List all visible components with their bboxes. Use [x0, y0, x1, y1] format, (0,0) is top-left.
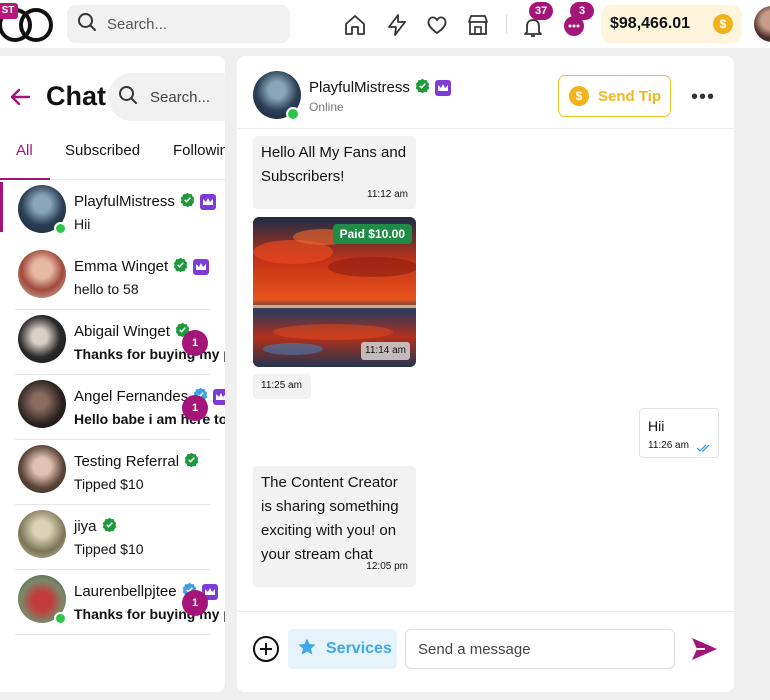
- home-icon[interactable]: [342, 12, 368, 38]
- outgoing-message: Hii 11:26 am: [639, 408, 719, 458]
- search-icon: [118, 85, 138, 110]
- message-text: Hello All My Fans and Subscribers!: [261, 144, 407, 185]
- conversation-item[interactable]: Abigail Winget Thanks for buying my post…: [0, 310, 225, 375]
- message-time: 11:14 am: [361, 342, 410, 360]
- online-indicator: [54, 222, 67, 235]
- top-search-box[interactable]: [67, 5, 290, 43]
- logo-badge: ST: [0, 3, 18, 19]
- conversation-item[interactable]: Laurenbellpjtee Thanks for buying my pos…: [0, 570, 225, 635]
- contact-name[interactable]: PlayfulMistress: [309, 79, 410, 96]
- conversation-preview: Tipped $10: [74, 541, 144, 557]
- profile-avatar[interactable]: [754, 6, 770, 42]
- back-arrow-icon[interactable]: [9, 87, 31, 112]
- paid-badge: Paid $10.00: [332, 224, 412, 244]
- conversation-name: Laurenbellpjtee: [74, 583, 177, 600]
- unread-count-badge: 1: [182, 590, 208, 616]
- unread-count-badge: 1: [182, 330, 208, 356]
- topbar-divider: [506, 14, 507, 34]
- plus-icon: [260, 643, 272, 655]
- crown-icon: [193, 258, 210, 275]
- tab-all[interactable]: All: [16, 142, 33, 159]
- messages-count-badge: 3: [570, 2, 594, 20]
- conversation-item[interactable]: jiya Tipped $10: [0, 505, 225, 570]
- conversation-item[interactable]: Emma Winget hello to 58: [0, 245, 225, 310]
- message-text: The Content Creator is sharing something…: [261, 474, 399, 563]
- read-receipt-icon: [696, 440, 712, 456]
- send-tip-label: Send Tip: [598, 87, 662, 105]
- verified-icon: [173, 257, 188, 276]
- conversation-list: PlayfulMistress Hii Emma Winget hello to…: [0, 180, 225, 635]
- more-options-icon[interactable]: •••: [691, 86, 715, 109]
- message-time: 11:25 am: [261, 380, 302, 391]
- conversation-item[interactable]: PlayfulMistress Hii: [0, 180, 225, 245]
- conversation-tabs: All Subscribed Following: [0, 138, 225, 180]
- services-label: Services: [326, 640, 392, 657]
- lightning-icon[interactable]: [384, 12, 410, 38]
- verified-icon: [180, 192, 195, 211]
- heart-icon[interactable]: [424, 12, 450, 38]
- coin-icon: $: [713, 14, 733, 34]
- conversation-preview: hello to 58: [74, 281, 139, 297]
- verified-icon: [184, 452, 199, 471]
- tab-following[interactable]: Following: [173, 142, 225, 159]
- avatar: [18, 380, 66, 428]
- conversation-search-input[interactable]: [150, 88, 225, 106]
- conversation-item[interactable]: Testing Referral Tipped $10: [0, 440, 225, 505]
- online-indicator: [286, 107, 300, 121]
- conversation-name: jiya: [74, 518, 97, 535]
- send-icon: [692, 638, 717, 660]
- list-divider: [15, 634, 210, 635]
- message-text: Hii: [648, 418, 665, 434]
- page-title: Chat: [46, 81, 106, 111]
- online-indicator: [54, 612, 67, 625]
- message-input[interactable]: [405, 629, 675, 669]
- conversation-name: Angel Fernandes: [74, 388, 189, 405]
- message-composer: Services: [237, 611, 734, 692]
- store-icon[interactable]: [465, 12, 491, 38]
- star-icon: [297, 637, 317, 662]
- avatar: [18, 250, 66, 298]
- incoming-message: The Content Creator is sharing something…: [253, 466, 416, 587]
- contact-status: Online: [309, 100, 344, 114]
- tab-subscribed[interactable]: Subscribed: [65, 142, 140, 159]
- avatar: [18, 445, 66, 493]
- send-message-button[interactable]: [689, 634, 719, 669]
- avatar: [18, 315, 66, 363]
- conversation-search-box[interactable]: [108, 73, 225, 121]
- conversation-name: Testing Referral: [74, 453, 180, 470]
- conversation-name: Abigail Winget: [74, 323, 170, 340]
- conversation-name: Emma Winget: [74, 258, 169, 275]
- conversations-panel: Chat All Subscribed Following PlayfulMis…: [0, 56, 225, 692]
- conversation-item[interactable]: Angel Fernandes Hello babe i am here to …: [0, 375, 225, 440]
- add-attachment-button[interactable]: [253, 636, 279, 662]
- conversations-header: Chat: [0, 73, 225, 121]
- message-time: 11:12 am: [367, 189, 408, 200]
- verified-icon: [415, 78, 430, 97]
- conversation-preview: Hii: [74, 216, 91, 232]
- top-search-input[interactable]: [107, 15, 267, 33]
- send-tip-button[interactable]: $ Send Tip: [558, 75, 671, 117]
- top-bar: ST 37 3 $98,466.01 $: [0, 0, 770, 48]
- incoming-message: 11:25 am: [253, 374, 311, 399]
- crown-icon: [199, 193, 216, 210]
- paid-media-image[interactable]: Paid $10.00 11:14 am: [253, 217, 416, 367]
- notifications-count-badge: 37: [529, 2, 554, 20]
- crown-icon: [434, 79, 451, 96]
- chat-header: PlayfulMistress Online $ Send Tip •••: [237, 56, 734, 129]
- chat-panel: PlayfulMistress Online $ Send Tip ••• He…: [237, 56, 734, 692]
- verified-icon: [102, 517, 117, 536]
- conversation-preview: Tipped $10: [74, 476, 144, 492]
- incoming-message: Hello All My Fans and Subscribers! 11:12…: [253, 136, 416, 209]
- crown-icon: [213, 388, 225, 405]
- conversation-name: PlayfulMistress: [74, 193, 175, 210]
- balance-amount: $98,466.01: [610, 15, 691, 32]
- avatar: [18, 510, 66, 558]
- unread-count-badge: 1: [182, 395, 208, 421]
- search-icon: [77, 12, 97, 37]
- wallet-balance[interactable]: $98,466.01 $: [601, 5, 742, 43]
- message-time: 11:26 am: [648, 440, 689, 451]
- services-button[interactable]: Services: [288, 629, 397, 669]
- coin-icon: $: [569, 86, 589, 106]
